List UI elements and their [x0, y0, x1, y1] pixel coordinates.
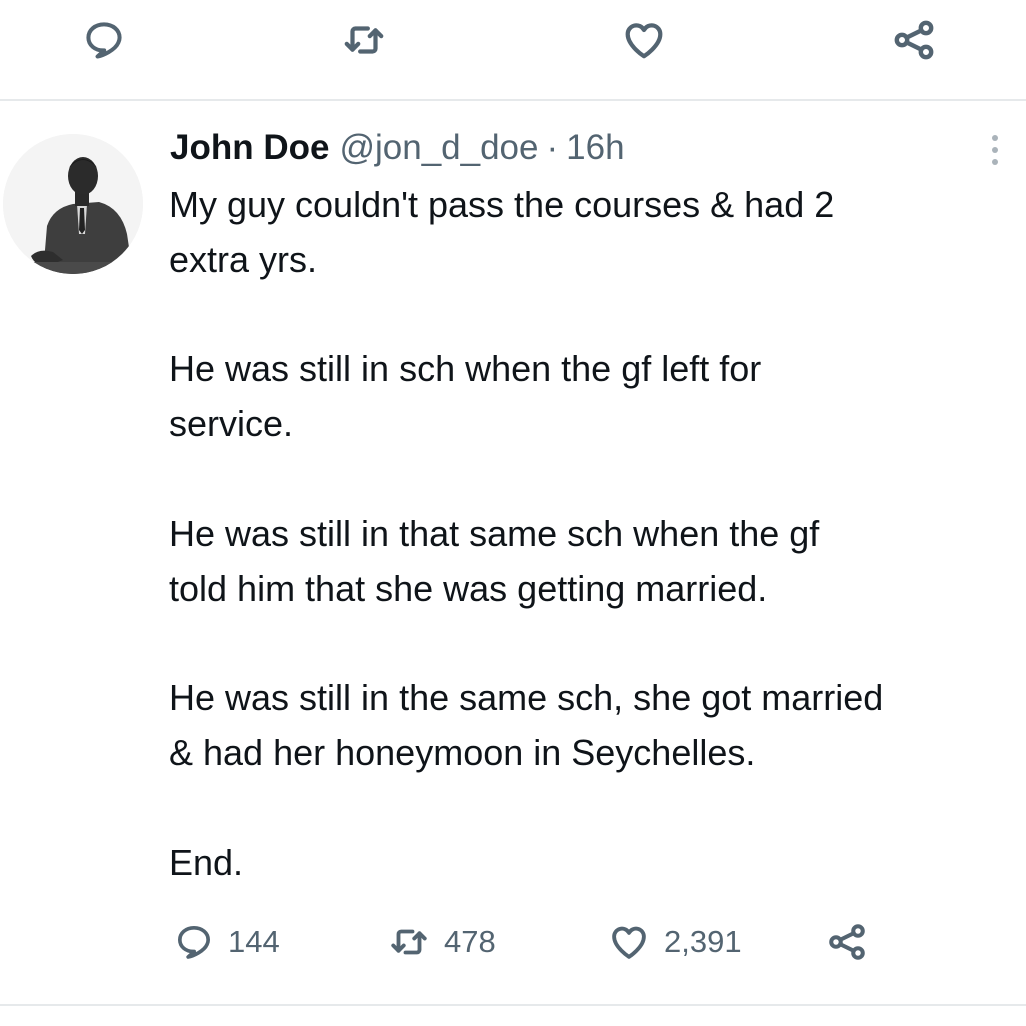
share-icon [829, 924, 865, 960]
share-button[interactable] [825, 912, 869, 972]
like-button[interactable]: 2,391 [608, 912, 742, 972]
like-count: 2,391 [664, 924, 742, 959]
previous-tweet-action-bar [0, 0, 1026, 100]
reply-icon[interactable] [80, 16, 128, 64]
more-options-icon[interactable] [975, 128, 1015, 172]
more-dot [992, 135, 998, 141]
retweet-icon[interactable] [340, 16, 388, 64]
avatar[interactable] [3, 134, 143, 274]
avatar-portrait [3, 134, 143, 274]
tweet-header: John Doe @jon_d_doe · 16h [170, 128, 625, 172]
like-icon [612, 926, 646, 959]
header-separator: · [546, 128, 559, 167]
share-icon[interactable] [890, 16, 938, 64]
divider-top [0, 99, 1026, 101]
reply-count: 144 [228, 924, 280, 959]
author-handle[interactable]: @jon_d_doe [339, 128, 538, 168]
tweet-timestamp[interactable]: 16h [566, 128, 624, 168]
more-dot [992, 159, 998, 165]
tweet-action-bar: 144 478 2,391 [170, 912, 890, 972]
retweet-icon [391, 929, 427, 955]
more-dot [992, 147, 998, 153]
like-icon[interactable] [620, 16, 668, 64]
reply-icon [178, 926, 211, 959]
retweet-button[interactable]: 478 [388, 912, 496, 972]
tweet-text: My guy couldn't pass the courses & had 2… [169, 184, 884, 883]
divider-bottom [0, 1004, 1026, 1006]
author-name[interactable]: John Doe [170, 128, 329, 168]
reply-button[interactable]: 144 [174, 912, 280, 972]
retweet-count: 478 [444, 924, 496, 959]
